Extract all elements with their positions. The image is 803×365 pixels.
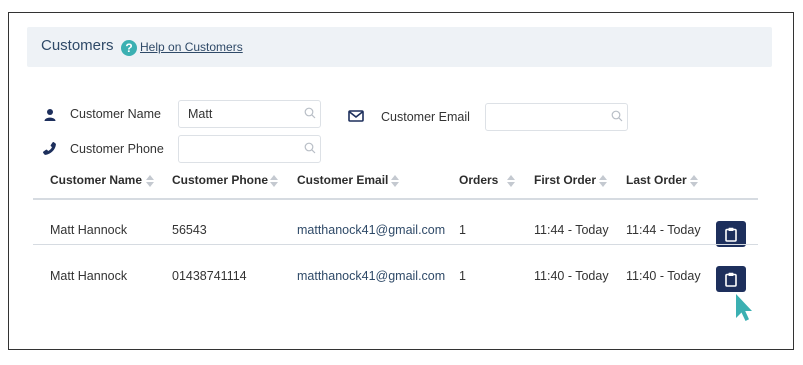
cell-customer-name: Matt Hannock bbox=[50, 269, 128, 283]
page-title: Customers bbox=[41, 37, 114, 54]
customer-name-input[interactable] bbox=[178, 100, 321, 128]
sort-icon[interactable] bbox=[598, 174, 608, 188]
cell-customer-email[interactable]: matthanock41@gmail.com bbox=[297, 269, 445, 283]
cell-customer-email[interactable]: matthanock41@gmail.com bbox=[297, 223, 445, 237]
customer-name-label: Customer Name bbox=[70, 107, 161, 121]
cell-customer-phone: 01438741114 bbox=[172, 269, 247, 283]
column-header-last-order[interactable]: Last Order bbox=[626, 173, 687, 187]
cell-orders: 1 bbox=[459, 269, 466, 283]
pointer-cursor-icon bbox=[736, 294, 752, 321]
search-icon[interactable] bbox=[304, 107, 316, 119]
customer-email-input[interactable] bbox=[485, 103, 628, 131]
cell-customer-name: Matt Hannock bbox=[50, 223, 128, 237]
sort-icon[interactable] bbox=[145, 174, 155, 188]
cell-orders: 1 bbox=[459, 223, 466, 237]
cell-customer-phone: 56543 bbox=[172, 223, 207, 237]
panel-header: Customers ? Help on Customers bbox=[27, 27, 772, 67]
column-header-customer-email[interactable]: Customer Email bbox=[297, 173, 388, 187]
sort-icon[interactable] bbox=[269, 174, 279, 188]
envelope-icon bbox=[348, 110, 364, 122]
column-header-first-order[interactable]: First Order bbox=[534, 173, 596, 187]
cell-first-order: 11:44 - Today bbox=[534, 223, 609, 237]
customer-email-label: Customer Email bbox=[381, 110, 470, 124]
sort-icon[interactable] bbox=[390, 174, 400, 188]
customer-phone-label: Customer Phone bbox=[70, 142, 164, 156]
search-icon[interactable] bbox=[611, 110, 623, 122]
sort-icon[interactable] bbox=[506, 174, 516, 188]
phone-icon bbox=[43, 142, 56, 155]
search-icon[interactable] bbox=[304, 142, 316, 154]
column-header-orders[interactable]: Orders bbox=[459, 173, 498, 187]
table-header-divider bbox=[33, 198, 758, 200]
sort-icon[interactable] bbox=[689, 174, 699, 188]
row-divider bbox=[33, 244, 758, 245]
help-icon[interactable]: ? bbox=[121, 40, 137, 56]
cell-first-order: 11:40 - Today bbox=[534, 269, 609, 283]
user-icon bbox=[44, 109, 56, 121]
clipboard-icon bbox=[725, 227, 737, 242]
help-link[interactable]: Help on Customers bbox=[140, 40, 243, 54]
column-header-customer-name[interactable]: Customer Name bbox=[50, 173, 142, 187]
customer-phone-input[interactable] bbox=[178, 135, 321, 163]
column-header-customer-phone[interactable]: Customer Phone bbox=[172, 173, 268, 187]
cell-last-order: 11:44 - Today bbox=[626, 223, 701, 237]
cell-last-order: 11:40 - Today bbox=[626, 269, 701, 283]
